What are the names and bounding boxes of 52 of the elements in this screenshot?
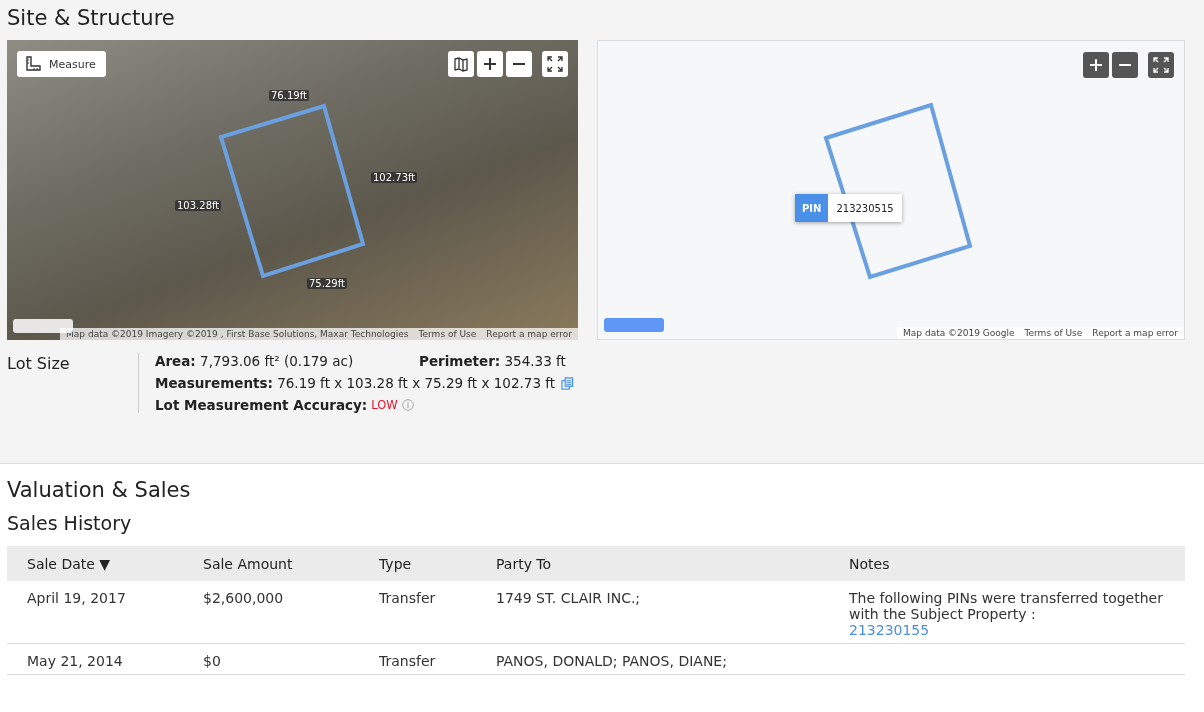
edge-length-label: 103.28ft xyxy=(175,200,222,211)
zoom-out-button[interactable] xyxy=(1112,52,1138,78)
measure-button[interactable]: Measure xyxy=(17,51,106,77)
table-cell: Transfer xyxy=(359,581,476,644)
notes-text: The following PINs were transferred together with the Subject Property : xyxy=(849,590,1164,622)
table-cell: Transfer xyxy=(359,643,476,675)
zoom-out-button[interactable] xyxy=(506,51,532,77)
section-title: Site & Structure xyxy=(7,6,176,30)
table-cell: May 21, 2014 xyxy=(7,643,183,675)
area-text: Area: 7,793.06 ft² (0.179 ac) xyxy=(155,353,355,369)
map-attribution: Map data ©2019 Google xyxy=(903,328,1015,338)
accuracy-label: Lot Measurement Accuracy: xyxy=(155,397,368,413)
perimeter-text: Perimeter: 354.33 ft xyxy=(419,353,566,369)
table-cell: April 19, 2017 xyxy=(7,581,183,644)
copy-button[interactable] xyxy=(559,376,575,390)
report-link[interactable]: Report a map error xyxy=(1092,328,1178,338)
pin-badge: PIN xyxy=(795,194,829,222)
fullscreen-icon xyxy=(1153,57,1169,73)
edge-length-label: 75.29ft xyxy=(307,278,347,289)
minus-icon xyxy=(513,63,525,65)
map-icon xyxy=(453,56,469,72)
zoom-in-button[interactable] xyxy=(1083,52,1109,78)
ruler-icon xyxy=(25,56,41,72)
table-cell: $2,600,000 xyxy=(183,581,359,644)
pin-number: 213230515 xyxy=(828,194,902,222)
plus-icon xyxy=(482,56,498,72)
table-cell: PANOS, DONALD; PANOS, DIANE; xyxy=(476,643,829,675)
report-link[interactable]: Report a map error xyxy=(486,329,572,339)
section-title: Valuation & Sales xyxy=(7,478,192,502)
column-header: Sale Amount xyxy=(183,546,359,581)
measurements-text: Measurements: 76.19 ft x 103.28 ft x 75.29 ft x 102.73 ft xyxy=(155,375,556,391)
plus-icon xyxy=(1088,57,1104,73)
fullscreen-button[interactable] xyxy=(542,51,568,77)
map-type-button[interactable] xyxy=(448,51,474,77)
sort-column-header[interactable]: Sale Date ▼ xyxy=(7,546,183,581)
fullscreen-icon xyxy=(547,56,563,72)
table-cell: 1749 ST. CLAIR INC.; xyxy=(476,581,829,644)
edge-length-label: 76.19ft xyxy=(269,90,309,101)
minus-icon xyxy=(1119,64,1131,66)
map-attribution: Map data ©2019 Imagery ©2019 , First Base Solutions, Maxar Technologies xyxy=(66,329,409,339)
column-header: Party To xyxy=(476,546,829,581)
zoom-in-button[interactable] xyxy=(477,51,503,77)
accuracy-value: LOW xyxy=(371,398,398,412)
column-header: Type xyxy=(359,546,476,581)
subsection-title: Sales History xyxy=(7,512,133,534)
lot-size-heading: Lot Size xyxy=(7,353,71,375)
table-cell: $0 xyxy=(183,643,359,675)
terms-link[interactable]: Terms of Use xyxy=(1024,328,1083,338)
edge-length-label: 102.73ft xyxy=(371,172,418,183)
fullscreen-button[interactable] xyxy=(1148,52,1174,78)
terms-link[interactable]: Terms of Use xyxy=(418,329,477,339)
column-header: Notes xyxy=(829,546,1185,581)
